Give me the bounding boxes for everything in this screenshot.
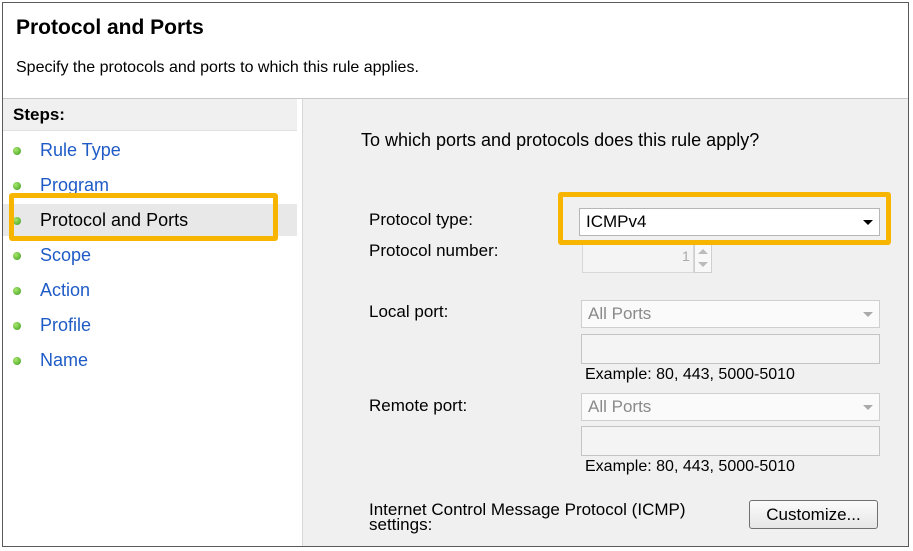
dropdown-arrow-icon [863,405,873,410]
highlight-box-step [9,193,278,241]
step-label: Scope [40,245,92,265]
local-port-example: Example: 80, 443, 5000-5010 [585,366,795,383]
protocol-number-label: Protocol number: [369,241,499,260]
local-port-label: Local port: [369,302,449,321]
step-name[interactable]: Name [3,344,297,376]
icmp-settings-label: Internet Control Message Protocol (ICMP)… [369,500,686,534]
protocol-number-spinner[interactable]: 1 [582,243,714,273]
step-label: Rule Type [40,140,121,160]
spin-up-icon[interactable] [698,249,708,254]
page-title: Protocol and Ports [16,16,204,39]
step-scope[interactable]: Scope [3,239,297,271]
remote-port-select[interactable]: All Ports [581,393,880,421]
remote-port-value: All Ports [588,397,652,416]
page-subtitle: Specify the protocols and ports to which… [16,59,419,76]
step-profile[interactable]: Profile [3,309,297,341]
protocol-number-field[interactable] [582,243,694,273]
rule-question: To which ports and protocols does this r… [361,130,760,150]
dropdown-arrow-icon [863,312,873,317]
step-label: Action [40,280,91,300]
step-bullet-icon [13,182,21,190]
remote-port-label: Remote port: [369,396,468,415]
steps-heading: Steps: [3,99,297,131]
step-action[interactable]: Action [3,274,297,306]
local-port-value: All Ports [588,304,652,323]
customize-button[interactable]: Customize... [749,500,878,529]
protocol-type-label: Protocol type: [369,210,473,229]
protocol-number-value: 1 [682,248,690,264]
step-bullet-icon [13,147,21,155]
remote-port-example: Example: 80, 443, 5000-5010 [585,458,795,475]
remote-port-input[interactable] [581,426,880,456]
step-bullet-icon [13,357,21,365]
step-rule-type[interactable]: Rule Type [3,134,297,166]
step-label: Profile [40,315,92,335]
step-label: Name [40,350,89,370]
local-port-input[interactable] [581,334,880,364]
spinner-buttons[interactable] [694,243,712,273]
step-bullet-icon [13,322,21,330]
steps-sidebar: Steps: Rule Type Program Protocol and Po… [3,99,301,546]
highlight-box-protocol-type [558,192,891,245]
step-bullet-icon [13,287,21,295]
step-bullet-icon [13,252,21,260]
wizard-header: Protocol and Ports Specify the protocols… [3,3,908,99]
spin-down-icon[interactable] [698,262,708,267]
local-port-select[interactable]: All Ports [581,300,880,328]
